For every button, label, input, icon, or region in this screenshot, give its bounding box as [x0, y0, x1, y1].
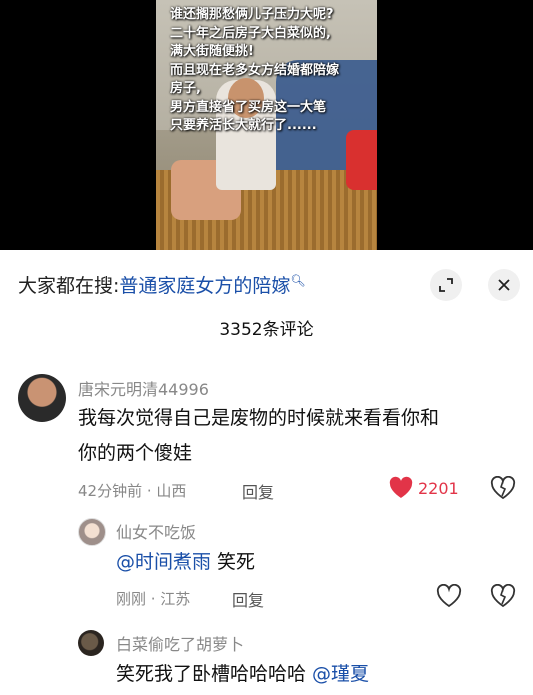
comment-text: 我每次觉得自己是废物的时候就来看看你和 你的两个傻娃: [78, 404, 439, 468]
like-count: 2201: [418, 479, 459, 498]
comment-text-line1: 我每次觉得自己是废物的时候就来看看你和: [78, 407, 440, 429]
mention-link[interactable]: @时间煮雨: [116, 551, 211, 573]
avatar[interactable]: [78, 518, 106, 546]
reply-text: 笑死我了卧槽哈哈哈哈 @瑾夏: [116, 660, 369, 689]
avatar[interactable]: [18, 374, 66, 422]
dislike-icon[interactable]: [490, 476, 516, 500]
reply-text-body: 笑死我了卧槽哈哈哈哈: [116, 663, 313, 685]
close-icon: [498, 279, 510, 291]
video-second-child: [346, 130, 377, 190]
close-button[interactable]: [488, 269, 520, 301]
reply-button[interactable]: 回复: [232, 587, 264, 611]
magnifier-icon: 🔍︎: [290, 273, 306, 288]
heart-outline-icon[interactable]: [436, 584, 462, 608]
mention-link[interactable]: @瑾夏: [312, 663, 369, 685]
comment-meta: 42分钟前 · 山西: [78, 482, 187, 500]
reply-item: 仙女不吃饭 @时间煮雨 笑死 刚刚 · 江苏 回复: [0, 514, 533, 614]
search-suggestion-bar: 大家都在搜:普通家庭女方的陪嫁🔍︎: [0, 253, 533, 315]
reply-username[interactable]: 仙女不吃饭: [116, 519, 196, 543]
comment-username[interactable]: 唐宋元明清44996: [78, 376, 209, 400]
reply-text: @时间煮雨 笑死: [116, 548, 255, 577]
reply-meta: 刚刚 · 江苏: [116, 590, 191, 608]
collapse-icon: [439, 278, 453, 292]
comment-text-line2: 你的两个傻娃: [78, 442, 193, 464]
collapse-button[interactable]: [430, 269, 462, 301]
video-player[interactable]: 谁还搁那愁俩儿子压力大呢? 二十年之后房子大白菜似的, 满大街随便挑! 而且现在…: [0, 0, 533, 250]
comment-count: 3352条评论: [219, 320, 314, 340]
search-suggestion[interactable]: 大家都在搜:普通家庭女方的陪嫁🔍︎: [18, 271, 306, 298]
video-caption: 谁还搁那愁俩儿子压力大呢? 二十年之后房子大白菜似的, 满大街随便挑! 而且现在…: [170, 7, 340, 133]
search-query-link[interactable]: 普通家庭女方的陪嫁: [119, 275, 290, 297]
avatar[interactable]: [78, 630, 104, 656]
reply-username[interactable]: 白菜偷吃了胡萝卜: [116, 631, 244, 655]
comment-item: 唐宋元明清44996 我每次觉得自己是废物的时候就来看看你和 你的两个傻娃 42…: [0, 368, 533, 508]
search-prefix: 大家都在搜:: [18, 275, 120, 297]
dislike-icon[interactable]: [490, 584, 516, 608]
reply-item: 白菜偷吃了胡萝卜 笑死我了卧槽哈哈哈哈 @瑾夏: [0, 626, 533, 695]
reply-text-body: 笑死: [211, 551, 256, 573]
reply-button[interactable]: 回复: [242, 479, 274, 503]
heart-filled-icon[interactable]: [388, 476, 414, 500]
